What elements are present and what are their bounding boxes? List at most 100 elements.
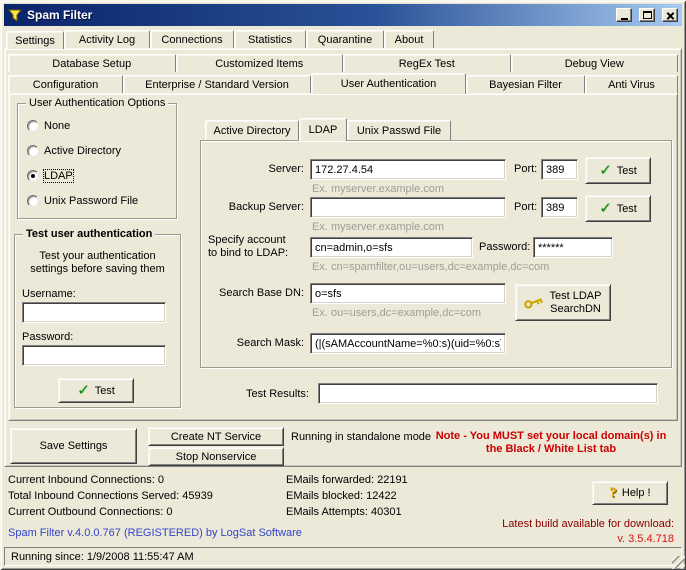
backup-server-label: Backup Server: <box>204 201 304 213</box>
emails-blocked: EMails blocked: 12422 <box>286 490 397 502</box>
test-backup-server-button[interactable]: ✓ Test <box>585 195 651 222</box>
test-server-button[interactable]: ✓ Test <box>585 157 651 184</box>
total-inbound-connections: Total Inbound Connections Served: 45939 <box>8 490 213 502</box>
current-outbound-connections: Current Outbound Connections: 0 <box>8 506 173 518</box>
tab-customized-items[interactable]: Customized Items <box>176 54 344 72</box>
button-label: Save Settings <box>40 440 108 452</box>
tab-enterprise-standard[interactable]: Enterprise / Standard Version <box>123 75 311 93</box>
standalone-mode-text: Running in standalone mode <box>291 431 431 443</box>
tab-configuration[interactable]: Configuration <box>8 75 123 93</box>
window-title: Spam Filter <box>27 8 609 22</box>
help-icon: ? <box>609 486 617 501</box>
check-icon: ✓ <box>599 201 612 216</box>
auth-method-tab-bar: Active Directory LDAP Unix Passwd File <box>205 117 451 141</box>
current-inbound-connections: Current Inbound Connections: 0 <box>8 474 164 486</box>
tab-bayesian-filter[interactable]: Bayesian Filter <box>466 75 585 93</box>
minimize-icon <box>621 18 628 20</box>
tab-unix-passwd-file[interactable]: Unix Passwd File <box>347 120 451 140</box>
tab-label: Anti Virus <box>608 79 655 91</box>
tab-label: Configuration <box>33 79 98 91</box>
radio-active-directory[interactable]: Active Directory <box>27 144 121 158</box>
ldap-port-input[interactable] <box>541 159 578 180</box>
tab-debug-view[interactable]: Debug View <box>511 54 679 72</box>
emails-attempts: EMails Attempts: 40301 <box>286 506 402 518</box>
settings-subtab-row1: Database Setup Customized Items RegEx Te… <box>8 54 678 73</box>
password-input[interactable] <box>22 345 166 366</box>
backup-server-hint: Ex. myserver.example.com <box>312 221 444 233</box>
port-label: Port: <box>514 201 537 213</box>
radio-unix-password-file[interactable]: Unix Password File <box>27 194 138 208</box>
create-nt-service-button[interactable]: Create NT Service <box>148 427 284 446</box>
radio-ldap[interactable]: LDAP <box>27 169 73 183</box>
tab-regex-test[interactable]: RegEx Test <box>343 54 511 72</box>
button-label: Help ! <box>622 487 651 499</box>
tab-label: Database Setup <box>52 58 131 70</box>
tab-about[interactable]: About <box>384 30 434 48</box>
resize-grip[interactable] <box>672 556 685 569</box>
check-icon: ✓ <box>599 163 612 178</box>
bind-password-input[interactable] <box>533 237 613 258</box>
radio-none[interactable]: None <box>27 119 70 133</box>
tab-settings[interactable]: Settings <box>6 31 64 49</box>
maximize-icon <box>643 11 652 19</box>
title-bar[interactable]: Spam Filter <box>4 4 682 26</box>
tab-quarantine[interactable]: Quarantine <box>306 30 384 48</box>
key-icon <box>521 293 544 313</box>
password-label: Password: <box>22 331 73 343</box>
settings-subtab-row2: Configuration Enterprise / Standard Vers… <box>8 73 678 94</box>
radio-label: Unix Password File <box>44 195 138 207</box>
username-input[interactable] <box>22 302 166 323</box>
search-base-dn-input[interactable] <box>310 283 506 304</box>
port-label: Port: <box>514 163 537 175</box>
tab-user-authentication[interactable]: User Authentication <box>311 73 466 94</box>
bind-account-label-line1: Specify account <box>208 234 286 246</box>
stop-nonservice-button[interactable]: Stop Nonservice <box>148 447 284 466</box>
test-results-label: Test Results: <box>246 388 309 400</box>
test-auth-title: Test user authentication <box>23 227 155 241</box>
close-button[interactable] <box>662 8 678 22</box>
tab-label: Unix Passwd File <box>357 125 441 137</box>
bind-account-label: Specify account to bind to LDAP: <box>208 234 306 260</box>
tab-activity-log[interactable]: Activity Log <box>64 30 150 48</box>
maximize-button[interactable] <box>639 8 655 22</box>
test-results-input[interactable] <box>318 383 658 404</box>
latest-build-label: Latest build available for download: <box>420 518 674 530</box>
check-icon: ✓ <box>77 383 90 398</box>
radio-icon <box>27 170 39 182</box>
search-mask-input[interactable] <box>310 333 506 354</box>
backup-server-input[interactable] <box>310 197 506 218</box>
tab-ldap[interactable]: LDAP <box>299 118 347 141</box>
save-settings-button[interactable]: Save Settings <box>10 428 137 464</box>
tab-label: LDAP <box>309 124 338 136</box>
tab-label: Bayesian Filter <box>489 79 562 91</box>
test-ldap-searchdn-button[interactable]: Test LDAP SearchDN <box>515 284 611 321</box>
minimize-button[interactable] <box>616 8 632 22</box>
close-icon <box>666 11 675 20</box>
status-bar: Running since: 1/9/2008 11:55:47 AM <box>4 547 682 566</box>
button-label: Test <box>617 165 637 177</box>
button-label: Test <box>617 203 637 215</box>
spam-filter-window: Spam Filter User Authentication Options … <box>0 0 686 570</box>
server-hint: Ex. myserver.example.com <box>312 183 444 195</box>
ldap-server-input[interactable] <box>310 159 506 180</box>
tab-database-setup[interactable]: Database Setup <box>8 54 176 72</box>
tab-statistics[interactable]: Statistics <box>234 30 306 48</box>
radio-icon <box>27 145 39 157</box>
button-label: Test LDAP SearchDN <box>548 290 604 316</box>
help-button[interactable]: ? Help ! <box>592 481 668 505</box>
search-mask-label: Search Mask: <box>204 337 304 349</box>
tab-label: RegEx Test <box>399 58 455 70</box>
bind-account-hint: Ex. cn=spamfilter,ou=users,dc=example,dc… <box>312 261 549 273</box>
server-label: Server: <box>204 163 304 175</box>
tab-label: Debug View <box>565 58 624 70</box>
bind-account-input[interactable] <box>310 237 473 258</box>
test-auth-button[interactable]: ✓ Test <box>58 378 134 403</box>
backup-port-input[interactable] <box>541 197 578 218</box>
tab-active-directory[interactable]: Active Directory <box>205 120 299 140</box>
tab-anti-virus[interactable]: Anti Virus <box>585 75 678 93</box>
latest-build-version: v. 3.5.4.718 <box>420 533 674 545</box>
emails-forwarded: EMails forwarded: 22191 <box>286 474 408 486</box>
running-since-text: Running since: 1/9/2008 11:55:47 AM <box>11 551 194 563</box>
bind-account-label-line2: to bind to LDAP: <box>208 247 288 259</box>
tab-connections[interactable]: Connections <box>150 30 234 48</box>
